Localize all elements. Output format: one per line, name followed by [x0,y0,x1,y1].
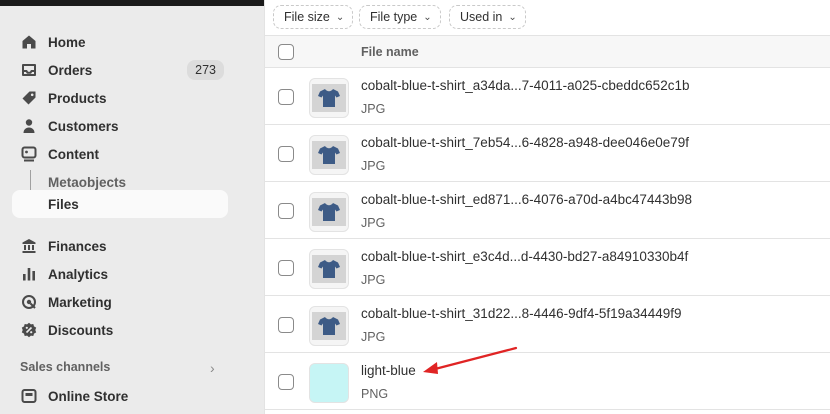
sidebar-item-label: Home [48,34,86,50]
sidebar-item-label: Marketing [48,294,112,310]
sidebar-item-files[interactable]: Files [12,190,228,218]
orders-count-badge: 273 [187,60,224,80]
sidebar-item-finances[interactable]: Finances [12,232,228,260]
files-panel: File size ⌄ File type ⌄ Used in ⌄ File n… [264,0,830,414]
target-icon [20,293,38,311]
discount-icon [20,321,38,339]
sidebar-item-label: Products [48,90,107,106]
annotation-arrow [423,346,518,374]
sidebar-item-customers[interactable]: Customers [12,112,228,140]
bank-icon [20,237,38,255]
sidebar-item-label: Orders [48,62,93,78]
chevron-right-icon[interactable]: › [210,360,215,376]
sidebar-item-products[interactable]: Products [12,84,228,112]
sidebar-item-label: Finances [48,238,107,254]
sidebar-item-orders[interactable]: Orders 273 [12,56,228,84]
store-icon [20,387,38,405]
sidebar-item-online-store[interactable]: Online Store [12,382,228,410]
content-icon [20,145,38,163]
sidebar-item-label: Content [48,146,99,162]
tag-icon [20,89,38,107]
sidebar-item-label: Discounts [48,322,114,338]
person-icon [20,117,38,135]
sidebar-item-home[interactable]: Home [12,28,228,56]
inbox-icon [20,61,38,79]
sidebar-item-content[interactable]: Content [12,140,228,168]
sidebar-item-label: Files [48,196,79,212]
sidebar-item-discounts[interactable]: Discounts [12,316,228,344]
sidebar-item-label: Customers [48,118,119,134]
sidebar-item-label: Analytics [48,266,109,282]
sales-channels-heading: Sales channels [20,360,111,374]
sidebar-item-analytics[interactable]: Analytics [12,260,228,288]
sidebar-item-label: Online Store [48,388,129,404]
sidebar-item-marketing[interactable]: Marketing [12,288,228,316]
sidebar-item-label: Metaobjects [48,174,127,190]
home-icon [20,33,38,51]
bar-chart-icon [20,265,38,283]
sidebar-nav: Home Orders 273 Products Customers Conte… [0,6,240,414]
